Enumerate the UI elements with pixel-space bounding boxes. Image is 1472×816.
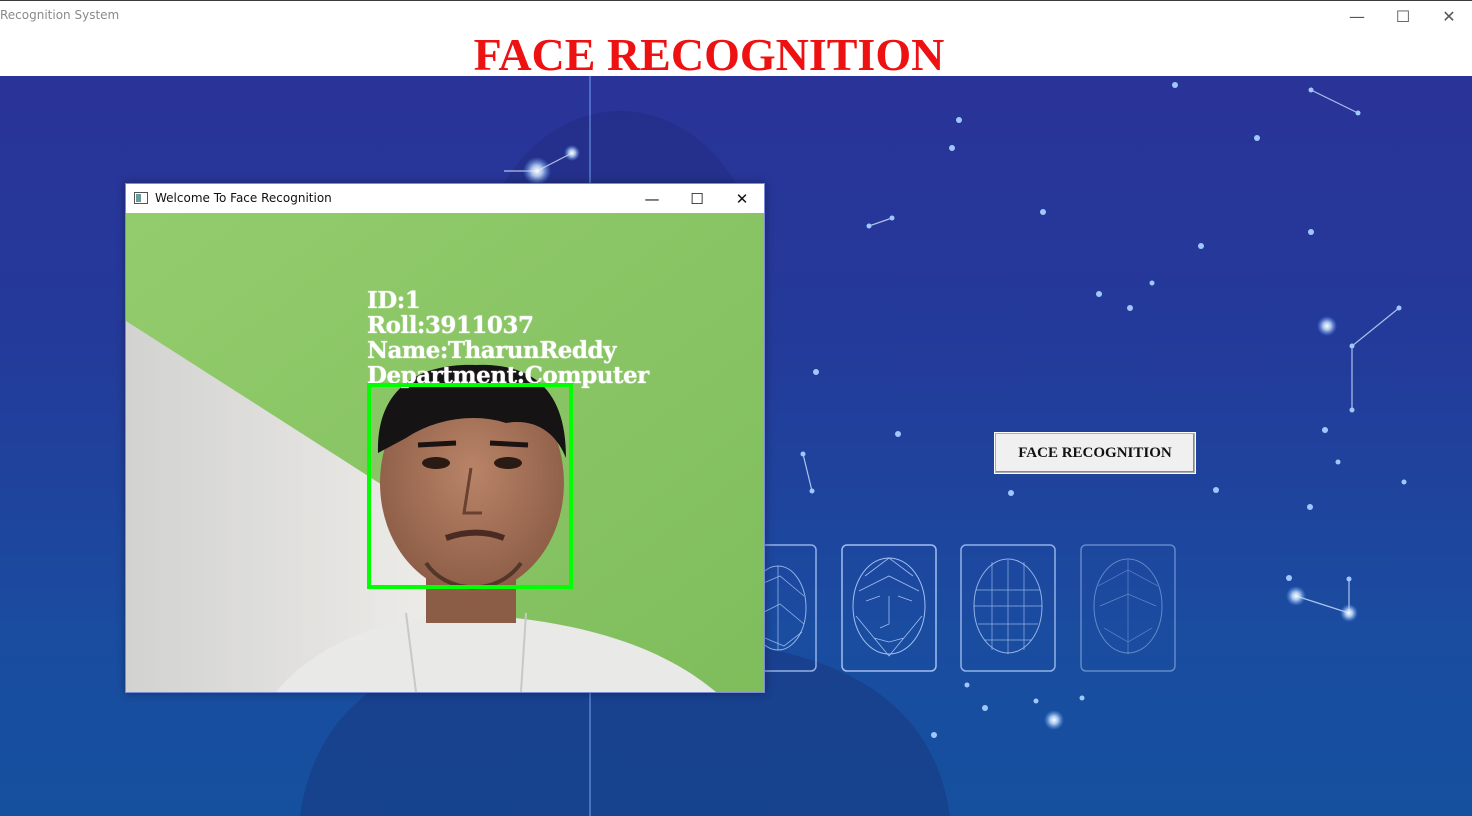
close-icon: ✕	[1442, 6, 1456, 26]
face-mesh-icon	[1080, 544, 1176, 672]
window-app-icon	[134, 192, 148, 204]
maximize-icon: ☐	[1395, 6, 1411, 26]
camera-minimize-button[interactable]: —	[629, 184, 675, 213]
camera-window: Welcome To Face Recognition — ☐ ✕ ID:1 R…	[125, 183, 765, 693]
app-title: Recognition System	[0, 8, 120, 22]
face-mesh-cards	[721, 544, 1176, 672]
face-mesh-icon	[960, 544, 1056, 672]
minimize-button[interactable]: —	[1334, 1, 1380, 31]
overlay-roll: Roll:3911037	[367, 312, 534, 339]
face-mesh-icon	[841, 544, 937, 672]
camera-feed: ID:1 Roll:3911037 Name:TharunReddy Depar…	[126, 213, 764, 692]
main-titlebar: Recognition System — ☐ ✕	[0, 0, 1472, 30]
minimize-icon: —	[644, 189, 660, 208]
face-recognition-button[interactable]: FACE RECOGNITION	[994, 432, 1196, 474]
camera-window-title: Welcome To Face Recognition	[155, 191, 332, 205]
overlay-name: Name:TharunReddy	[367, 337, 616, 364]
camera-maximize-button[interactable]: ☐	[674, 184, 720, 213]
close-button[interactable]: ✕	[1426, 1, 1472, 31]
maximize-icon: ☐	[690, 189, 704, 208]
maximize-button[interactable]: ☐	[1380, 1, 1426, 31]
face-detection-box	[367, 383, 573, 589]
camera-window-titlebar[interactable]: Welcome To Face Recognition — ☐ ✕	[126, 184, 764, 213]
camera-close-button[interactable]: ✕	[719, 184, 765, 213]
page-heading: FACE RECOGNITION	[473, 29, 945, 80]
minimize-icon: —	[1349, 6, 1365, 26]
overlay-id: ID:1	[367, 287, 421, 314]
close-icon: ✕	[735, 189, 749, 208]
